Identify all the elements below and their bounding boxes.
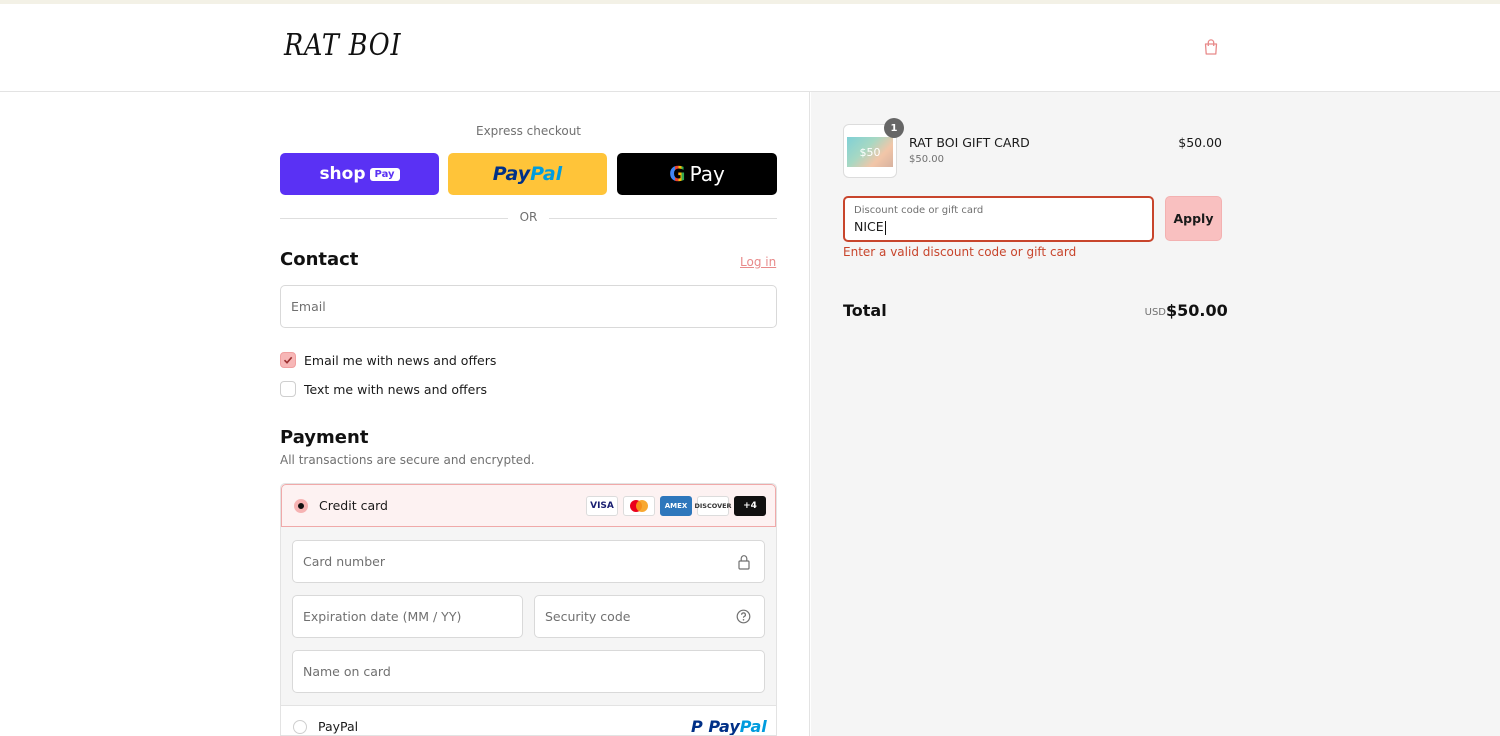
total-currency: USD <box>1144 307 1166 318</box>
paypal-logo-text2: Pal <box>739 717 767 736</box>
email-news-checkbox[interactable] <box>280 352 296 368</box>
email-field[interactable]: Email <box>280 285 777 328</box>
discount-code-input[interactable]: Discount code or gift card NICE <box>843 196 1154 242</box>
card-number-field[interactable]: Card number <box>292 540 765 583</box>
credit-card-option[interactable]: Credit card VISA AMEX DISCOVER +4 <box>281 484 776 527</box>
discount-code-label: Discount code or gift card <box>854 205 984 216</box>
mastercard-icon <box>623 496 655 516</box>
paypal-p-icon: P <box>691 717 703 736</box>
paypal-logo-part2: Pal <box>530 163 563 185</box>
payment-subtitle: All transactions are secure and encrypte… <box>280 453 535 467</box>
order-summary-panel <box>811 92 1500 736</box>
text-caret <box>884 220 886 235</box>
paypal-option[interactable]: PayPal P PayPal <box>281 705 776 736</box>
product-price: $50.00 <box>1178 135 1222 150</box>
quantity-badge: 1 <box>884 118 904 138</box>
payment-heading: Payment <box>280 427 369 448</box>
security-code-placeholder: Security code <box>545 609 631 624</box>
or-text: OR <box>519 210 538 224</box>
text-news-option[interactable]: Text me with news and offers <box>280 381 487 397</box>
help-question-icon[interactable] <box>736 609 751 624</box>
card-number-placeholder: Card number <box>303 554 386 569</box>
paypal-radio[interactable] <box>293 720 307 734</box>
google-pay-button[interactable]: G Pay <box>617 153 777 195</box>
apply-discount-button[interactable]: Apply <box>1165 196 1222 241</box>
more-cards-badge: +4 <box>734 496 766 516</box>
product-unit-price: $50.00 <box>909 154 944 165</box>
credit-card-radio[interactable] <box>294 499 308 513</box>
total-label: Total <box>843 301 887 320</box>
express-checkout-label: Express checkout <box>475 124 582 138</box>
expiration-date-field[interactable]: Expiration date (MM / YY) <box>292 595 523 638</box>
paypal-logo-text1: Pay <box>708 717 740 736</box>
shop-pay-pill: Pay <box>369 167 400 181</box>
email-news-option[interactable]: Email me with news and offers <box>280 352 496 368</box>
paypal-express-button[interactable]: Pay Pal <box>448 153 607 195</box>
google-pay-text: Pay <box>689 162 725 186</box>
total-amount: $50.00 <box>1166 301 1228 320</box>
payment-methods: Credit card VISA AMEX DISCOVER +4 Card n… <box>280 483 777 736</box>
text-news-checkbox[interactable] <box>280 381 296 397</box>
amex-icon: AMEX <box>660 496 692 516</box>
discount-error-message: Enter a valid discount code or gift card <box>843 245 1077 259</box>
paypal-logo: P PayPal <box>691 717 767 736</box>
lock-icon <box>738 555 750 570</box>
paypal-logo-part1: Pay <box>492 163 531 185</box>
or-separator: OR <box>280 210 777 226</box>
shop-pay-button[interactable]: shop Pay <box>280 153 439 195</box>
email-news-label: Email me with news and offers <box>304 352 497 368</box>
discount-code-value: NICE <box>854 219 884 234</box>
visa-icon: VISA <box>586 496 618 516</box>
discover-icon: DISCOVER <box>694 496 732 516</box>
contact-heading: Contact <box>280 249 359 270</box>
credit-card-label: Credit card <box>319 498 388 513</box>
mastercard-circles-icon <box>630 500 648 512</box>
google-g-icon: G <box>669 162 686 186</box>
security-code-field[interactable]: Security code <box>534 595 765 638</box>
shopping-bag-icon[interactable] <box>1202 38 1220 56</box>
site-header: RAT BOI <box>0 4 1500 92</box>
paypal-option-label: PayPal <box>318 719 359 734</box>
login-link[interactable]: Log in <box>740 255 776 269</box>
gift-card-image: $50 <box>847 137 893 167</box>
name-on-card-field[interactable]: Name on card <box>292 650 765 693</box>
checkmark-icon <box>283 356 293 364</box>
product-name: RAT BOI GIFT CARD <box>909 135 1030 150</box>
store-logo[interactable]: RAT BOI <box>284 28 401 63</box>
shop-pay-text: shop <box>319 164 366 184</box>
text-news-label: Text me with news and offers <box>304 381 488 397</box>
